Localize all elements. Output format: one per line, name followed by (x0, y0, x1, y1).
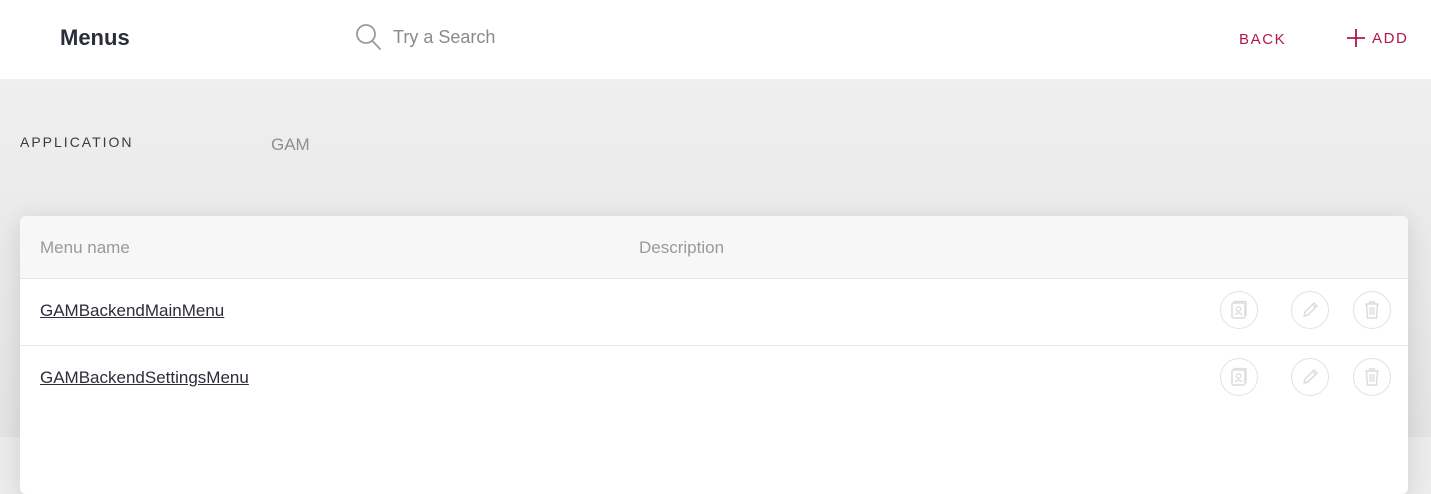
table-header: Menu name Description (20, 216, 1408, 279)
page-title: Menus (60, 25, 130, 50)
add-button[interactable]: ADD (1346, 28, 1408, 48)
column-header-description: Description (639, 238, 725, 257)
table-row: GAMBackendMainMenu (20, 279, 1408, 346)
delete-button[interactable] (1353, 358, 1391, 396)
add-label: ADD (1372, 29, 1409, 47)
edit-icon (1301, 301, 1319, 319)
permissions-button[interactable] (1220, 291, 1258, 329)
search-input[interactable] (393, 26, 693, 48)
edit-button[interactable] (1291, 358, 1329, 396)
column-header-menu-name: Menu name (40, 238, 130, 257)
delete-icon (1363, 367, 1381, 387)
permissions-icon (1230, 300, 1248, 320)
application-label: APPLICATION (20, 134, 134, 150)
main-content: APPLICATION GAM Menu name Description GA… (0, 79, 1431, 494)
menus-table: Menu name Description GAMBackendMainMenu (20, 216, 1408, 494)
delete-button[interactable] (1353, 291, 1391, 329)
edit-icon (1301, 368, 1319, 386)
permissions-button[interactable] (1220, 358, 1258, 396)
menu-name-link[interactable]: GAMBackendSettingsMenu (40, 368, 249, 388)
plus-icon (1346, 28, 1372, 48)
edit-button[interactable] (1291, 291, 1329, 329)
application-value[interactable]: GAM (271, 135, 310, 155)
search-icon (355, 22, 383, 52)
menu-name-link[interactable]: GAMBackendMainMenu (40, 301, 224, 321)
header: Menus BACK ADD (0, 0, 1431, 79)
delete-icon (1363, 300, 1381, 320)
table-row: GAMBackendSettingsMenu (20, 346, 1408, 413)
back-button[interactable]: BACK (1239, 31, 1286, 48)
permissions-icon (1230, 367, 1248, 387)
search-bar (355, 22, 693, 52)
